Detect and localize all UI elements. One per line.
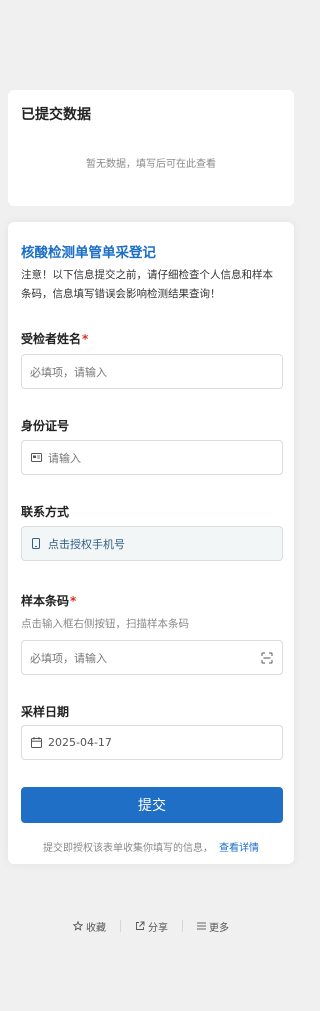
name-label: 受检者姓名* (21, 330, 88, 347)
barcode-label: 样本条码* (21, 592, 76, 609)
name-input[interactable]: 必填项，请输入 (21, 354, 283, 389)
share-button[interactable]: 分享 (121, 919, 182, 934)
date-input[interactable]: 2025-04-17 (21, 725, 283, 760)
registration-form-card: 核酸检测单管单采登记 注意！以下信息提交之前，请仔细检查个人信息和样本条码，信息… (8, 222, 294, 864)
more-button[interactable]: 更多 (183, 919, 243, 934)
more-label: 更多 (209, 922, 229, 934)
scan-icon[interactable] (261, 652, 273, 664)
footnote-text: 提交即授权该表单收集你填写的信息， (43, 843, 213, 854)
name-input-placeholder: 必填项，请输入 (30, 365, 107, 379)
bottom-action-bar: 收藏 分享 更多 (0, 918, 302, 934)
calendar-icon (30, 737, 42, 749)
barcode-input[interactable]: 必填项，请输入 (21, 640, 283, 675)
date-label: 采样日期 (21, 705, 70, 719)
authorize-phone-text: 点击授权手机号 (48, 537, 125, 551)
empty-state-text: 暂无数据，填写后可在此查看 (86, 159, 216, 170)
submitted-data-title: 已提交数据 (21, 107, 91, 123)
view-details-link[interactable]: 查看详情 (219, 843, 259, 854)
id-card-icon (30, 452, 42, 464)
contact-label: 联系方式 (21, 505, 70, 519)
barcode-input-placeholder: 必填项，请输入 (30, 651, 107, 665)
id-number-input[interactable]: 请输入 (21, 440, 283, 475)
form-notice: 注意！以下信息提交之前，请仔细检查个人信息和样本条码，信息填写错误会影响检测结果… (21, 269, 273, 300)
share-icon (136, 921, 145, 930)
favorite-label: 收藏 (86, 922, 106, 934)
barcode-label-text: 样本条码 (21, 594, 70, 608)
required-mark: * (82, 332, 89, 346)
name-label-text: 受检者姓名 (21, 332, 82, 346)
barcode-hint: 点击输入框右侧按钮，扫描样本条码 (21, 618, 189, 630)
id-number-placeholder: 请输入 (48, 451, 81, 465)
phone-icon (30, 538, 42, 550)
favorite-button[interactable]: 收藏 (59, 919, 120, 934)
date-value: 2025-04-17 (48, 736, 112, 749)
footnote: 提交即授权该表单收集你填写的信息， 查看详情 (8, 839, 294, 854)
page: 已提交数据 暂无数据，填写后可在此查看 核酸检测单管单采登记 注意！以下信息提交… (0, 0, 302, 1011)
form-title: 核酸检测单管单采登记 (21, 245, 156, 261)
authorize-phone-button[interactable]: 点击授权手机号 (21, 526, 283, 561)
menu-icon (197, 922, 206, 930)
id-number-label: 身份证号 (21, 419, 70, 433)
required-mark: * (70, 594, 77, 608)
star-icon (73, 921, 83, 931)
submitted-data-card: 已提交数据 暂无数据，填写后可在此查看 (8, 90, 294, 206)
submit-button[interactable]: 提交 (21, 787, 283, 823)
share-label: 分享 (148, 922, 168, 934)
